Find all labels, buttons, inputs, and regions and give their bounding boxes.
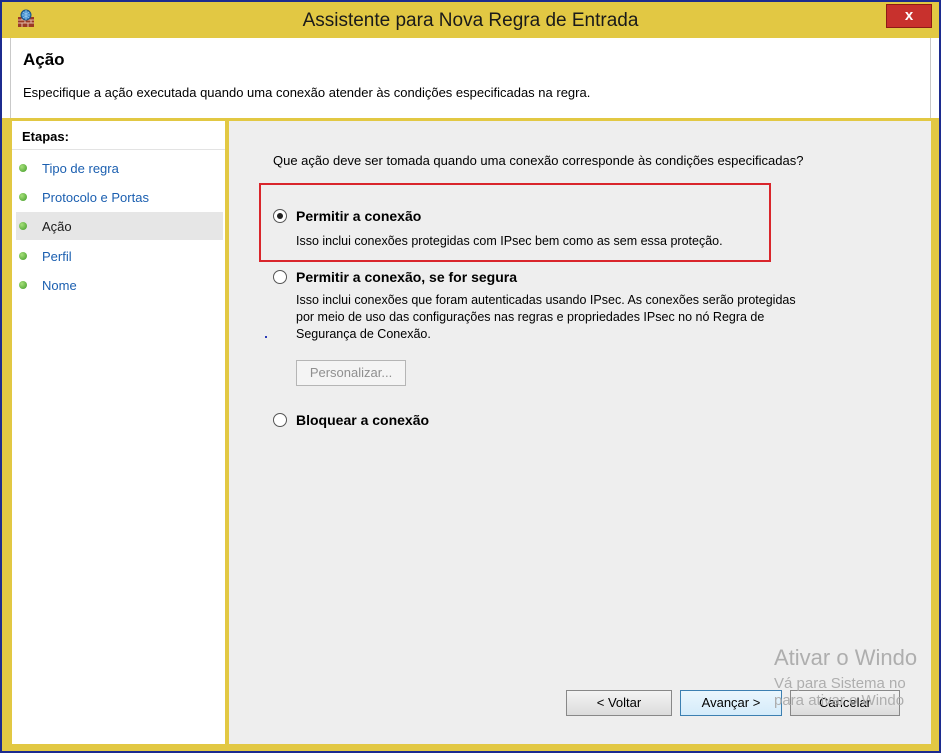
step-status-icon <box>19 252 27 260</box>
back-button[interactable]: < Voltar <box>566 690 672 716</box>
option-allow-secure-title[interactable]: Permitir a conexão, se for segura <box>296 269 517 285</box>
steps-sidebar: Etapas: Tipo de regra Protocolo e Portas… <box>12 121 225 744</box>
activation-watermark: Ativar o Windo Vá para Sistema no para a… <box>774 645 917 709</box>
step-status-icon <box>19 222 27 230</box>
sidebar-item-acao[interactable]: Ação <box>16 212 223 240</box>
sidebar-item-label: Perfil <box>42 249 72 264</box>
option-allow-secure-description: Isso inclui conexões que foram autentica… <box>296 292 856 343</box>
next-button[interactable]: Avançar > <box>680 690 782 716</box>
radio-block-connection[interactable] <box>273 413 287 427</box>
radio-allow-if-secure[interactable] <box>273 270 287 284</box>
option-allow-title[interactable]: Permitir a conexão <box>296 208 421 224</box>
divider <box>12 149 225 150</box>
steps-heading: Etapas: <box>22 129 69 144</box>
sidebar-item-perfil[interactable]: Perfil <box>16 242 223 270</box>
description-line: Segurança de Conexão. <box>296 327 431 341</box>
header-panel: Ação Especifique a ação executada quando… <box>10 38 931 118</box>
sidebar-item-label: Ação <box>42 219 72 234</box>
sidebar-item-tipo-de-regra[interactable]: Tipo de regra <box>16 154 223 182</box>
artifact-dot <box>265 336 267 338</box>
sidebar-item-label: Protocolo e Portas <box>42 190 149 205</box>
step-status-icon <box>19 193 27 201</box>
radio-selected-dot <box>277 213 283 219</box>
step-status-icon <box>19 281 27 289</box>
sidebar-item-nome[interactable]: Nome <box>16 271 223 299</box>
option-block-title[interactable]: Bloquear a conexão <box>296 412 429 428</box>
customize-button[interactable]: Personalizar... <box>296 360 406 386</box>
page-description: Especifique a ação executada quando uma … <box>23 85 591 100</box>
close-button[interactable]: x <box>886 4 932 28</box>
option-allow-description: Isso inclui conexões protegidas com IPse… <box>296 234 723 248</box>
description-line: por meio de uso das configurações nas re… <box>296 310 765 324</box>
sidebar-item-label: Tipo de regra <box>42 161 119 176</box>
radio-allow-connection[interactable] <box>273 209 287 223</box>
sidebar-item-label: Nome <box>42 278 77 293</box>
window-title: Assistente para Nova Regra de Entrada <box>302 10 639 31</box>
description-line: Isso inclui conexões que foram autentica… <box>296 293 796 307</box>
title-bar[interactable]: Assistente para Nova Regra de Entrada x <box>2 2 939 38</box>
page-title: Ação <box>23 50 65 69</box>
watermark-line: Vá para Sistema no <box>774 675 906 692</box>
sidebar-item-protocolo-e-portas[interactable]: Protocolo e Portas <box>16 183 223 211</box>
step-status-icon <box>19 164 27 172</box>
watermark-line: Ativar o Windo <box>774 645 918 670</box>
action-question: Que ação deve ser tomada quando uma cone… <box>273 153 804 168</box>
watermark-line: para ativar o Windo <box>774 692 905 709</box>
